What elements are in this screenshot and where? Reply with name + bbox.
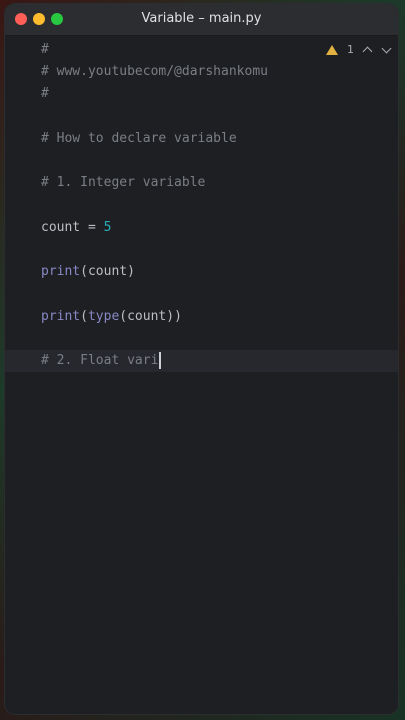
code-line: # bbox=[5, 83, 398, 105]
code-line: # www.youtubecom/@darshankomu bbox=[5, 61, 398, 83]
text-caret bbox=[159, 352, 162, 369]
comment-text: # 2. Float vari bbox=[41, 353, 159, 368]
code-line: # How to declare variable bbox=[5, 128, 398, 150]
comment-text: # www.youtubecom/@darshankomu bbox=[41, 64, 268, 79]
current-code-line: # 2. Float vari bbox=[5, 350, 398, 372]
call-arguments: (count) bbox=[80, 264, 135, 279]
builtin-function: type bbox=[87, 309, 120, 324]
paren: ( bbox=[80, 309, 88, 324]
code-line: count = 5 bbox=[5, 217, 398, 239]
comment-text: # How to declare variable bbox=[41, 131, 237, 146]
number-literal: 5 bbox=[103, 220, 112, 235]
variable-name: count bbox=[41, 220, 81, 235]
code-line: print(count) bbox=[5, 261, 398, 283]
code-line: # bbox=[5, 39, 398, 61]
comment-text: # bbox=[41, 42, 49, 57]
comment-text: # 1. Integer variable bbox=[41, 175, 206, 190]
code-line: print(type(count)) bbox=[5, 306, 398, 328]
builtin-function: print bbox=[41, 309, 81, 324]
call-arguments: (count)) bbox=[119, 309, 182, 324]
operator: = bbox=[80, 220, 104, 235]
ide-window: Variable – main.py 1 # # www.youtubecom/… bbox=[5, 4, 398, 714]
comment-text: # bbox=[41, 86, 49, 101]
code-editor[interactable]: 1 # # www.youtubecom/@darshankomu # # Ho… bbox=[5, 36, 398, 714]
builtin-function: print bbox=[41, 264, 81, 279]
code-line: # 1. Integer variable bbox=[5, 172, 398, 194]
window-title: Variable – main.py bbox=[141, 11, 262, 26]
title-bar: Variable – main.py bbox=[5, 4, 398, 36]
